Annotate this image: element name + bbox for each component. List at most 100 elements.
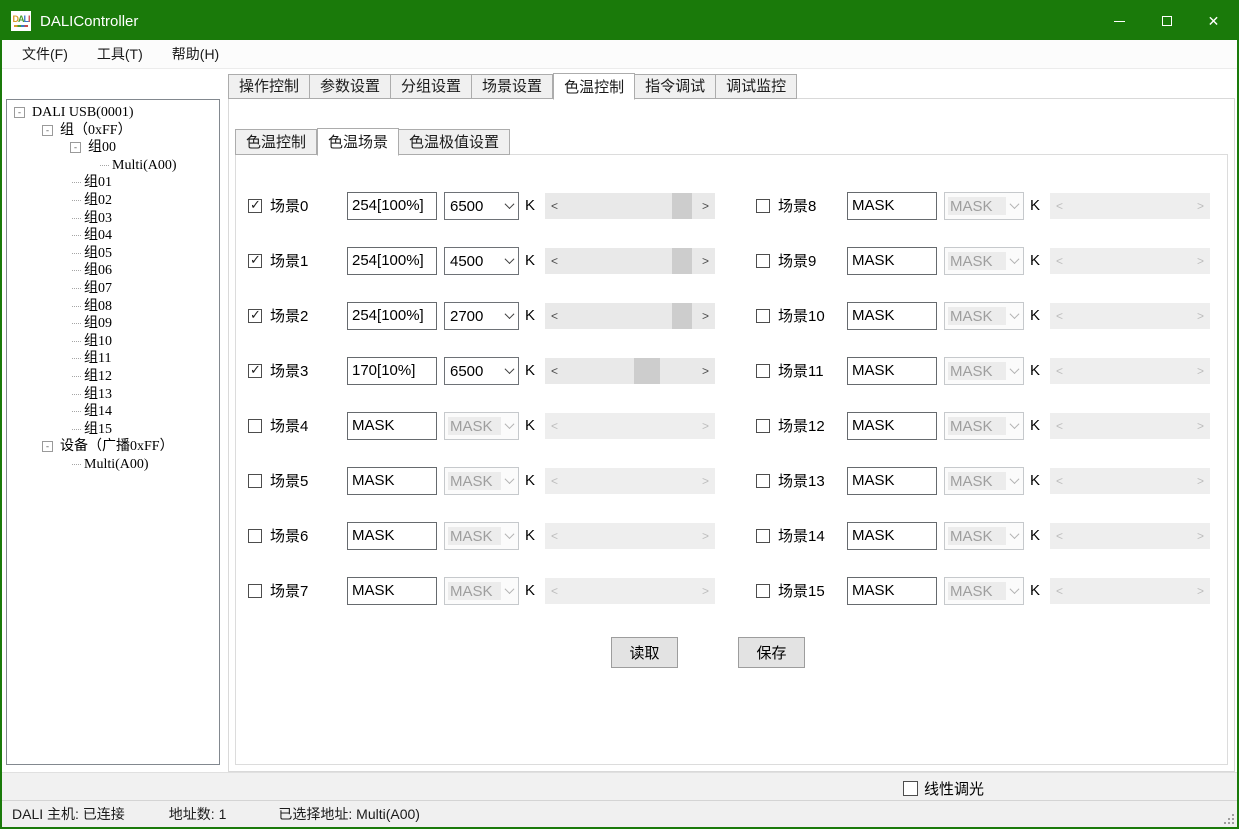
tree-expander-icon[interactable]: - xyxy=(14,107,25,118)
temp-scrollbar[interactable]: <> xyxy=(545,193,715,219)
temp-dropdown[interactable]: 6500 xyxy=(444,192,519,220)
scene-level-input[interactable] xyxy=(347,192,437,220)
tree-item[interactable]: 组15 xyxy=(7,421,219,439)
scene-checkbox[interactable] xyxy=(248,419,262,433)
close-button[interactable]: ✕ xyxy=(1190,2,1237,40)
scroll-right-icon[interactable]: > xyxy=(702,309,709,323)
scroll-right-icon[interactable]: > xyxy=(702,254,709,268)
scroll-left-icon[interactable]: < xyxy=(551,254,558,268)
scene-checkbox[interactable] xyxy=(756,474,770,488)
tree-item[interactable]: 组08 xyxy=(7,298,219,316)
scene-checkbox[interactable] xyxy=(756,419,770,433)
minimize-button[interactable] xyxy=(1096,2,1143,40)
tree-item[interactable]: 组04 xyxy=(7,227,219,245)
scene-checkbox[interactable] xyxy=(756,584,770,598)
main-tab-0[interactable]: 操作控制 xyxy=(228,74,310,99)
scroll-right-icon[interactable]: > xyxy=(702,364,709,378)
tree-expander-icon[interactable]: - xyxy=(42,125,53,136)
scene-level-input[interactable] xyxy=(347,577,437,605)
tree-item[interactable]: 组07 xyxy=(7,280,219,298)
temp-dropdown[interactable]: MASK xyxy=(944,412,1024,440)
scroll-right-icon[interactable]: > xyxy=(702,199,709,213)
scene-level-input[interactable] xyxy=(847,522,937,550)
temp-scrollbar[interactable]: <> xyxy=(545,248,715,274)
temp-dropdown[interactable]: MASK xyxy=(944,357,1024,385)
sub-tab-0[interactable]: 色温控制 xyxy=(235,129,317,155)
scene-checkbox[interactable] xyxy=(756,364,770,378)
scene-checkbox[interactable] xyxy=(248,254,262,268)
main-tab-5[interactable]: 指令调试 xyxy=(635,74,716,99)
temp-scrollbar[interactable]: <> xyxy=(545,358,715,384)
scroll-left-icon[interactable]: < xyxy=(551,364,558,378)
scrollbar-thumb[interactable] xyxy=(672,248,692,274)
tree-item[interactable]: -组（0xFF） xyxy=(7,122,219,140)
tree-expander-icon[interactable]: - xyxy=(42,441,53,452)
menu-item-2[interactable]: 帮助(H) xyxy=(163,43,228,66)
scene-level-input[interactable] xyxy=(847,302,937,330)
scene-checkbox[interactable] xyxy=(248,364,262,378)
temp-dropdown[interactable]: MASK xyxy=(944,467,1024,495)
scene-level-input[interactable] xyxy=(347,467,437,495)
temp-dropdown[interactable]: MASK xyxy=(444,522,519,550)
temp-dropdown[interactable]: MASK xyxy=(944,192,1024,220)
scene-level-input[interactable] xyxy=(847,467,937,495)
scrollbar-thumb[interactable] xyxy=(634,358,660,384)
temp-dropdown[interactable]: 2700 xyxy=(444,302,519,330)
scene-checkbox[interactable] xyxy=(756,254,770,268)
menu-item-1[interactable]: 工具(T) xyxy=(88,43,152,66)
tree-item[interactable]: Multi(A00) xyxy=(7,456,219,474)
main-tab-4[interactable]: 色温控制 xyxy=(553,73,635,100)
temp-dropdown[interactable]: 4500 xyxy=(444,247,519,275)
scene-level-input[interactable] xyxy=(847,577,937,605)
tree-item[interactable]: 组13 xyxy=(7,386,219,404)
scene-checkbox[interactable] xyxy=(248,584,262,598)
temp-dropdown[interactable]: MASK xyxy=(944,577,1024,605)
scene-checkbox[interactable] xyxy=(248,199,262,213)
tree-item[interactable]: 组14 xyxy=(7,403,219,421)
resize-grip[interactable] xyxy=(1224,814,1234,824)
tree-item[interactable]: 组11 xyxy=(7,350,219,368)
scene-checkbox[interactable] xyxy=(756,309,770,323)
tree-expander-icon[interactable]: - xyxy=(70,142,81,153)
scene-checkbox[interactable] xyxy=(248,529,262,543)
scene-level-input[interactable] xyxy=(347,357,437,385)
tree-item[interactable]: -DALI USB(0001) xyxy=(7,104,219,122)
scene-level-input[interactable] xyxy=(847,247,937,275)
tree-item[interactable]: 组09 xyxy=(7,315,219,333)
main-tab-3[interactable]: 场景设置 xyxy=(472,74,553,99)
scene-level-input[interactable] xyxy=(847,357,937,385)
temp-dropdown[interactable]: MASK xyxy=(944,247,1024,275)
scene-level-input[interactable] xyxy=(347,302,437,330)
sub-tab-1[interactable]: 色温场景 xyxy=(317,128,399,156)
temp-scrollbar[interactable]: <> xyxy=(545,303,715,329)
tree-item[interactable]: -组00 xyxy=(7,139,219,157)
tree-item[interactable]: 组06 xyxy=(7,262,219,280)
scene-checkbox[interactable] xyxy=(248,309,262,323)
tree-item[interactable]: -设备（广播0xFF） xyxy=(7,438,219,456)
temp-dropdown[interactable]: MASK xyxy=(944,302,1024,330)
scene-checkbox[interactable] xyxy=(756,199,770,213)
linear-dimming-checkbox[interactable] xyxy=(903,781,918,796)
temp-dropdown[interactable]: MASK xyxy=(444,577,519,605)
temp-dropdown[interactable]: MASK xyxy=(444,412,519,440)
scene-level-input[interactable] xyxy=(347,247,437,275)
tree-item[interactable]: 组05 xyxy=(7,245,219,263)
temp-dropdown[interactable]: 6500 xyxy=(444,357,519,385)
main-tab-1[interactable]: 参数设置 xyxy=(310,74,391,99)
read-button[interactable]: 读取 xyxy=(611,637,678,668)
main-tab-2[interactable]: 分组设置 xyxy=(391,74,472,99)
main-tab-6[interactable]: 调试监控 xyxy=(716,74,797,99)
temp-dropdown[interactable]: MASK xyxy=(944,522,1024,550)
scrollbar-thumb[interactable] xyxy=(672,193,692,219)
save-button[interactable]: 保存 xyxy=(738,637,805,668)
scene-level-input[interactable] xyxy=(847,192,937,220)
temp-dropdown[interactable]: MASK xyxy=(444,467,519,495)
scene-level-input[interactable] xyxy=(847,412,937,440)
tree-item[interactable]: Multi(A00) xyxy=(7,157,219,175)
sub-tab-2[interactable]: 色温极值设置 xyxy=(399,129,510,155)
scroll-left-icon[interactable]: < xyxy=(551,309,558,323)
scene-level-input[interactable] xyxy=(347,522,437,550)
scrollbar-thumb[interactable] xyxy=(672,303,692,329)
tree-item[interactable]: 组12 xyxy=(7,368,219,386)
tree-item[interactable]: 组03 xyxy=(7,210,219,228)
